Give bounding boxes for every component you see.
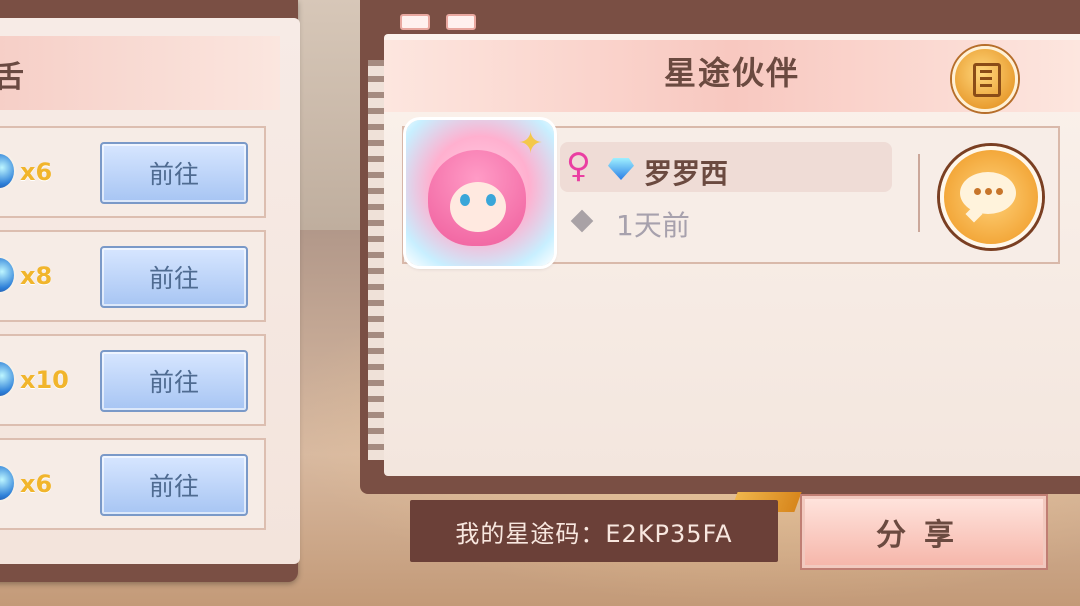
go-button[interactable]: 前往 bbox=[100, 142, 248, 204]
task-row: x8 前往 bbox=[0, 230, 266, 322]
reward-count: x6 bbox=[20, 470, 53, 498]
notebook-binding bbox=[368, 60, 384, 460]
go-button[interactable]: 前往 bbox=[100, 246, 248, 308]
reward-count: x8 bbox=[20, 262, 53, 290]
avatar[interactable]: ✦ bbox=[406, 120, 554, 266]
task-panel-header bbox=[0, 36, 280, 110]
chat-bubble-icon[interactable] bbox=[940, 146, 1042, 248]
tab-decoration bbox=[446, 14, 476, 30]
gem-icon bbox=[0, 154, 14, 188]
gem-icon bbox=[0, 362, 14, 396]
list-icon[interactable] bbox=[952, 46, 1018, 112]
divider bbox=[918, 154, 920, 232]
gem-icon bbox=[0, 258, 14, 292]
share-label: 分享 bbox=[876, 518, 972, 553]
tab-decoration bbox=[400, 14, 430, 30]
task-row: x10 前往 bbox=[0, 334, 266, 426]
female-icon: ♀ bbox=[566, 146, 591, 186]
go-button[interactable]: 前往 bbox=[100, 454, 248, 516]
gem-icon bbox=[0, 466, 14, 500]
task-row: x6 前往 bbox=[0, 126, 266, 218]
star-code-label: 我的星途码：E2KP35FA bbox=[455, 519, 733, 548]
partner-name: 罗罗西 bbox=[644, 157, 729, 190]
reward-count: x10 bbox=[20, 366, 69, 394]
share-button[interactable]: 分享 bbox=[802, 496, 1046, 568]
last-seen-text: 1天前 bbox=[616, 209, 690, 242]
go-button[interactable]: 前往 bbox=[100, 350, 248, 412]
task-row: x6 前往 bbox=[0, 438, 266, 530]
star-code-box: 我的星途码：E2KP35FA bbox=[410, 500, 778, 562]
task-panel-title: 舌 bbox=[0, 60, 24, 95]
reward-count: x6 bbox=[20, 158, 53, 186]
